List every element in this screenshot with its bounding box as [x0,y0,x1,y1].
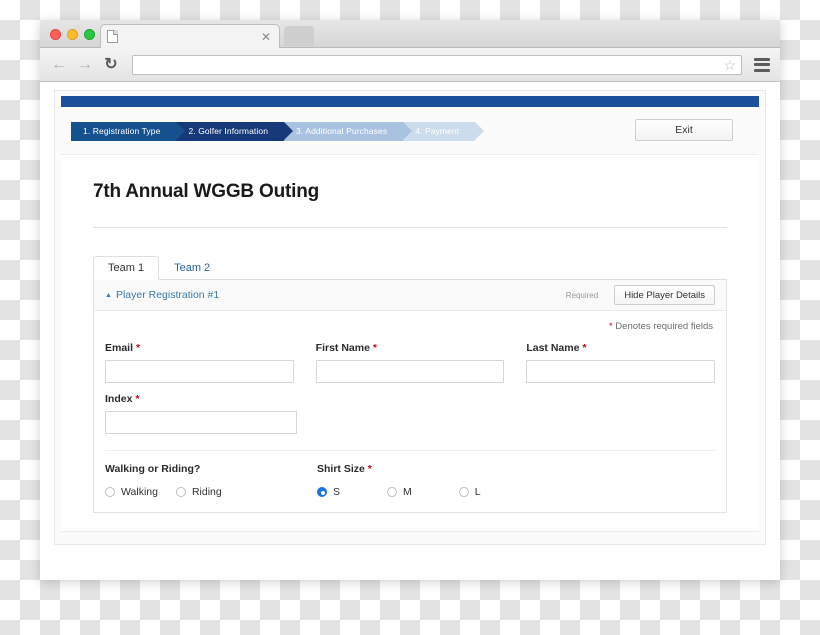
panel-body: * Denotes required fields Email * First … [94,311,726,512]
hide-player-details-button[interactable]: Hide Player Details [614,285,715,305]
required-fields-note: * Denotes required fields [105,311,715,332]
forward-arrow-icon[interactable]: → [76,56,94,74]
close-icon[interactable]: ✕ [259,31,273,43]
label-text: Index [105,393,133,405]
label-text: Email [105,342,134,354]
radio-label: Riding [191,486,222,498]
field-label: Last Name * [526,342,715,354]
new-tab-button[interactable] [284,26,314,46]
field-row-index: Index * [105,383,715,434]
browser-tab[interactable]: ✕ [100,24,280,48]
tab-team-2[interactable]: Team 2 [159,256,225,280]
field-email: Email * [105,342,294,383]
title-divider [93,227,727,228]
label-text: Walking or Riding? [105,463,201,475]
registration-progress-bar: 1. Registration Type 2. Golfer Informati… [55,116,765,146]
field-label: Email * [105,342,294,354]
required-asterisk: * [135,393,140,405]
radio-options: S M L [317,486,715,498]
browser-tab-bar: ✕ [40,20,780,48]
step-golfer-information[interactable]: 2. Golfer Information [167,121,293,141]
field-label: Walking or Riding? [105,463,317,475]
last-name-field[interactable] [526,360,716,383]
step-label: 4. Payment [415,126,460,136]
step-label: 2. Golfer Information [188,126,269,136]
field-first-name: First Name * [315,342,505,383]
radio-icon[interactable] [317,487,327,497]
radio-label: S [333,486,341,498]
first-name-field[interactable] [315,360,505,383]
browser-toolbar: ← → ↻ ☆ [40,48,780,82]
asterisk-icon: * [608,321,613,332]
hamburger-menu-icon[interactable] [754,57,770,72]
step-label: 1. Registration Type [83,126,161,136]
index-field[interactable] [105,411,297,434]
required-asterisk: * [582,342,587,354]
back-arrow-icon[interactable]: ← [50,56,68,74]
page-title: 7th Annual WGGB Outing [93,181,320,202]
star-icon[interactable]: ☆ [723,58,736,72]
tab-label: Team 1 [108,262,145,274]
field-index: Index * [105,393,297,434]
radio-icon[interactable] [105,487,115,497]
radio-icon[interactable] [175,487,186,497]
radio-group-walking-or-riding: Walking or Riding? Walking Riding [105,463,317,498]
maximize-window-button[interactable] [84,29,95,40]
team-tab-list: Team 1 Team 2 [93,254,727,280]
radio-option-size-l[interactable]: L [458,486,481,498]
exit-button[interactable]: Exit [635,119,733,141]
label-text: Last Name [526,342,580,354]
page-viewport: 1. Registration Type 2. Golfer Informati… [40,82,780,579]
radio-label: M [403,486,412,498]
email-field[interactable] [105,360,294,383]
step-list: 1. Registration Type 2. Golfer Informati… [71,121,485,141]
radio-icon[interactable] [387,487,398,497]
minimize-window-button[interactable] [67,29,78,40]
radio-options: Walking Riding [105,486,317,498]
required-asterisk: * [367,463,372,475]
panel-title[interactable]: Player Registration #1 [116,289,219,301]
label-text: Shirt Size [317,463,365,475]
radio-group-shirt-size: Shirt Size * S M L [317,463,715,498]
step-registration-type[interactable]: 1. Registration Type [71,121,186,141]
close-window-button[interactable] [50,29,61,40]
tab-team-1[interactable]: Team 1 [93,256,160,280]
address-bar[interactable]: ☆ [132,54,742,75]
page-content: 7th Annual WGGB Outing Team 1 Team 2 ▲ P [61,154,759,532]
radio-icon[interactable] [458,487,469,497]
field-last-name: Last Name * [526,342,716,383]
radio-option-riding[interactable]: Riding [175,486,222,498]
radio-label: L [474,486,481,498]
radio-option-walking[interactable]: Walking [105,486,158,498]
required-tag: Required [565,290,599,300]
field-row-names: Email * First Name * Last Name * [105,332,716,383]
step-label: 3. Additional Purchases [296,126,388,136]
reload-icon[interactable]: ↻ [102,56,120,74]
radio-option-size-m[interactable]: M [387,486,412,498]
label-text: First Name [315,342,370,354]
page-icon [107,30,118,43]
player-registration-panel: ▲ Player Registration #1 Required Hide P… [93,280,727,513]
panel-header: ▲ Player Registration #1 Required Hide P… [94,280,726,311]
required-asterisk: * [372,342,377,354]
radio-row: Walking or Riding? Walking Riding Shirt … [105,451,715,498]
step-additional-purchases[interactable]: 3. Additional Purchases [275,121,413,141]
required-fields-note-text: Denotes required fields [615,321,713,332]
web-page: 1. Registration Type 2. Golfer Informati… [54,90,766,545]
radio-option-size-s[interactable]: S [317,486,340,498]
window-controls [50,29,95,40]
browser-window: ✕ ← → ↻ ☆ 1. Registration Type 2. Golfer… [40,20,780,580]
step-payment[interactable]: 4. Payment [394,121,485,141]
tab-label: Team 2 [174,262,211,274]
site-header-bar [61,96,759,107]
radio-label: Walking [121,486,158,498]
field-label: Index * [105,393,297,405]
required-asterisk: * [135,342,141,354]
field-label: First Name * [316,342,505,354]
field-label: Shirt Size * [317,463,715,475]
collapse-caret-icon[interactable]: ▲ [105,292,112,299]
